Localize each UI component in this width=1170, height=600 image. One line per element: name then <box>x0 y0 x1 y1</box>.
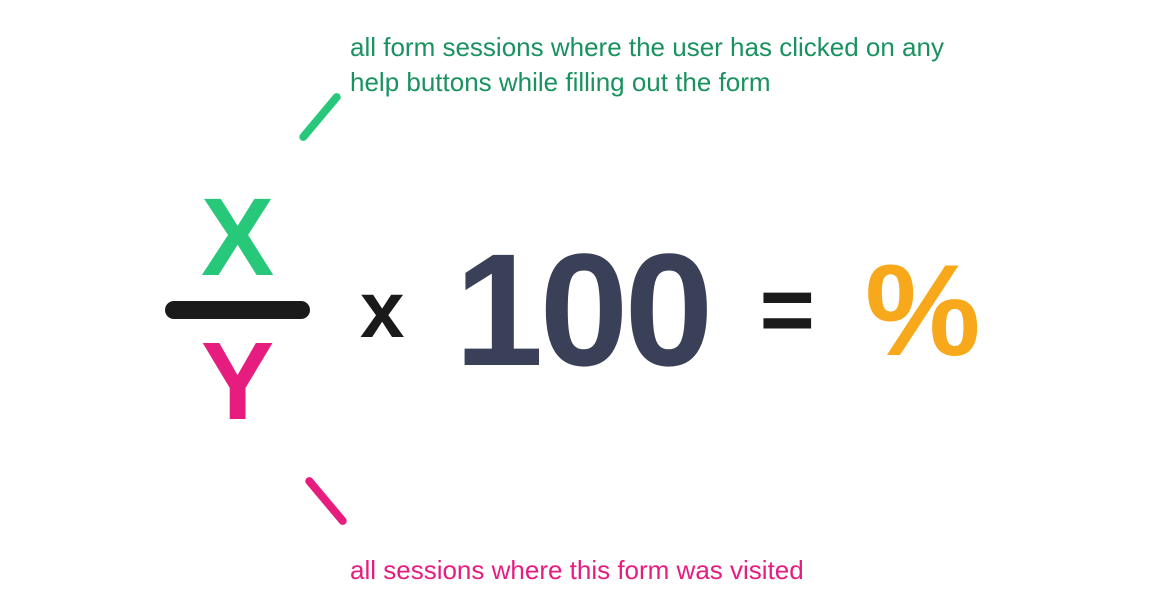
percent-result: % <box>865 235 981 385</box>
constant-100: 100 <box>455 218 710 402</box>
fraction: X Y <box>165 183 310 437</box>
denominator-annotation: all sessions where this form was visited <box>350 555 804 586</box>
denominator-connector-line <box>304 475 349 526</box>
equals-symbol: = <box>759 256 814 365</box>
numerator-x: X <box>201 183 274 293</box>
numerator-connector-line <box>298 91 343 142</box>
denominator-y: Y <box>201 327 274 437</box>
numerator-annotation: all form sessions where the user has cli… <box>350 30 970 100</box>
formula-container: X Y x 100 = % <box>165 150 1105 470</box>
multiply-symbol: x <box>360 264 405 356</box>
fraction-bar <box>165 301 310 319</box>
